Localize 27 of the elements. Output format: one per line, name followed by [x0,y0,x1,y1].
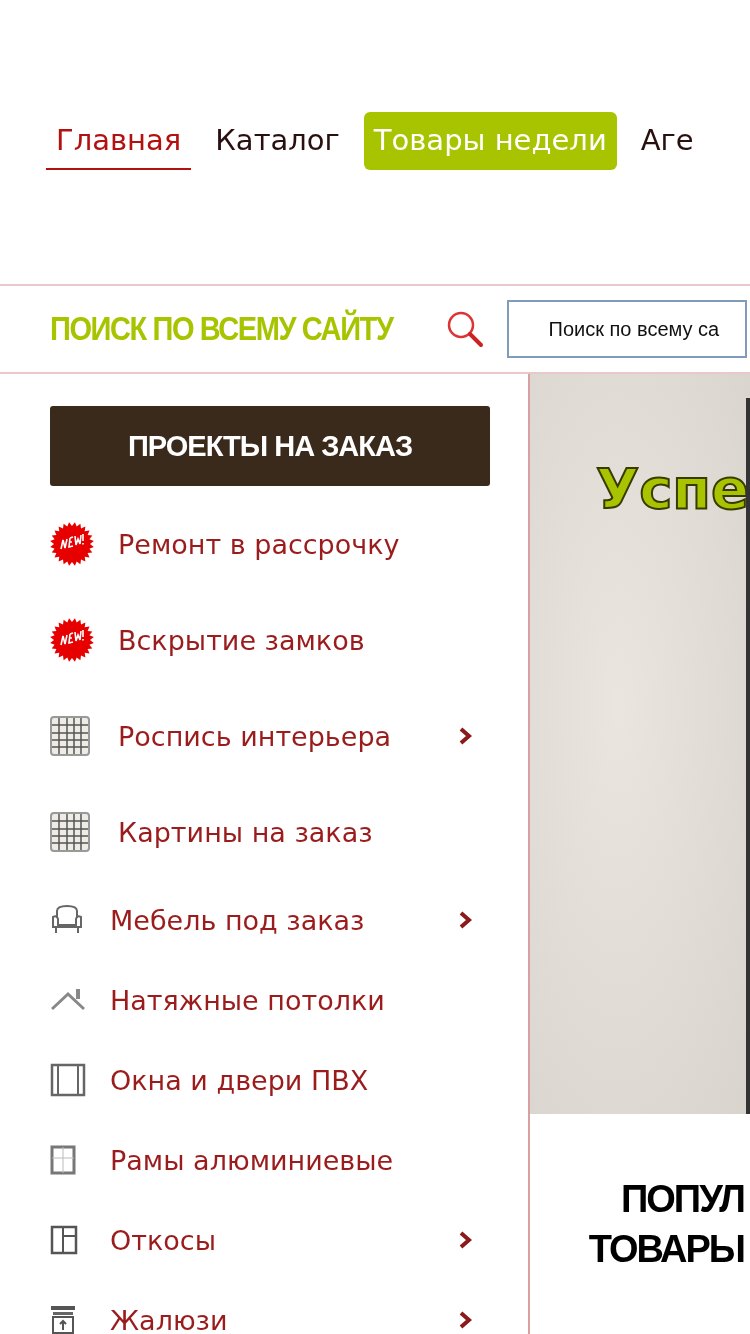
banner-title: Успе [596,456,750,521]
menu-item[interactable]: Вскрытие замков [118,624,365,656]
menu-item[interactable]: Картины на заказ [118,816,373,848]
nav-tab[interactable]: Каталог [205,112,350,170]
menu-item[interactable]: Рамы алюминиевые [110,1144,394,1176]
armchair-icon [50,904,84,936]
menu-item[interactable]: Мебель под заказ [110,904,365,936]
nav-tab[interactable]: Главная [46,112,192,170]
search-field[interactable]: Поиск по всему са [506,300,747,358]
popular-heading: ПОПУЛ ТОВАРЫ [587,1177,745,1272]
menu-item[interactable]: Откосы [110,1224,216,1256]
window-frame-icon [50,1145,76,1175]
nav-tab[interactable]: Аге [630,112,704,170]
menu-item[interactable]: Жалюзи [110,1304,228,1334]
blinds-icon [50,1305,78,1334]
new-badge-icon [50,618,94,662]
grid-icon [50,812,90,852]
panel-icon [50,1225,78,1255]
menu-item[interactable]: Ремонт в рассрочку [118,528,400,560]
grid-icon [50,716,90,756]
menu-item[interactable]: Натяжные потолки [110,984,385,1016]
new-badge-icon [50,522,94,566]
projects-button[interactable]: ПРОЕКТЫ НА ЗАКАЗ [50,406,490,486]
search-title: ПОИСК ПО ВСЕМУ САЙТУ [50,310,393,348]
window-icon [50,1063,86,1097]
menu-item[interactable]: Роспись интерьера [118,720,392,752]
menu-item[interactable]: Окна и двери ПВХ [110,1064,369,1096]
